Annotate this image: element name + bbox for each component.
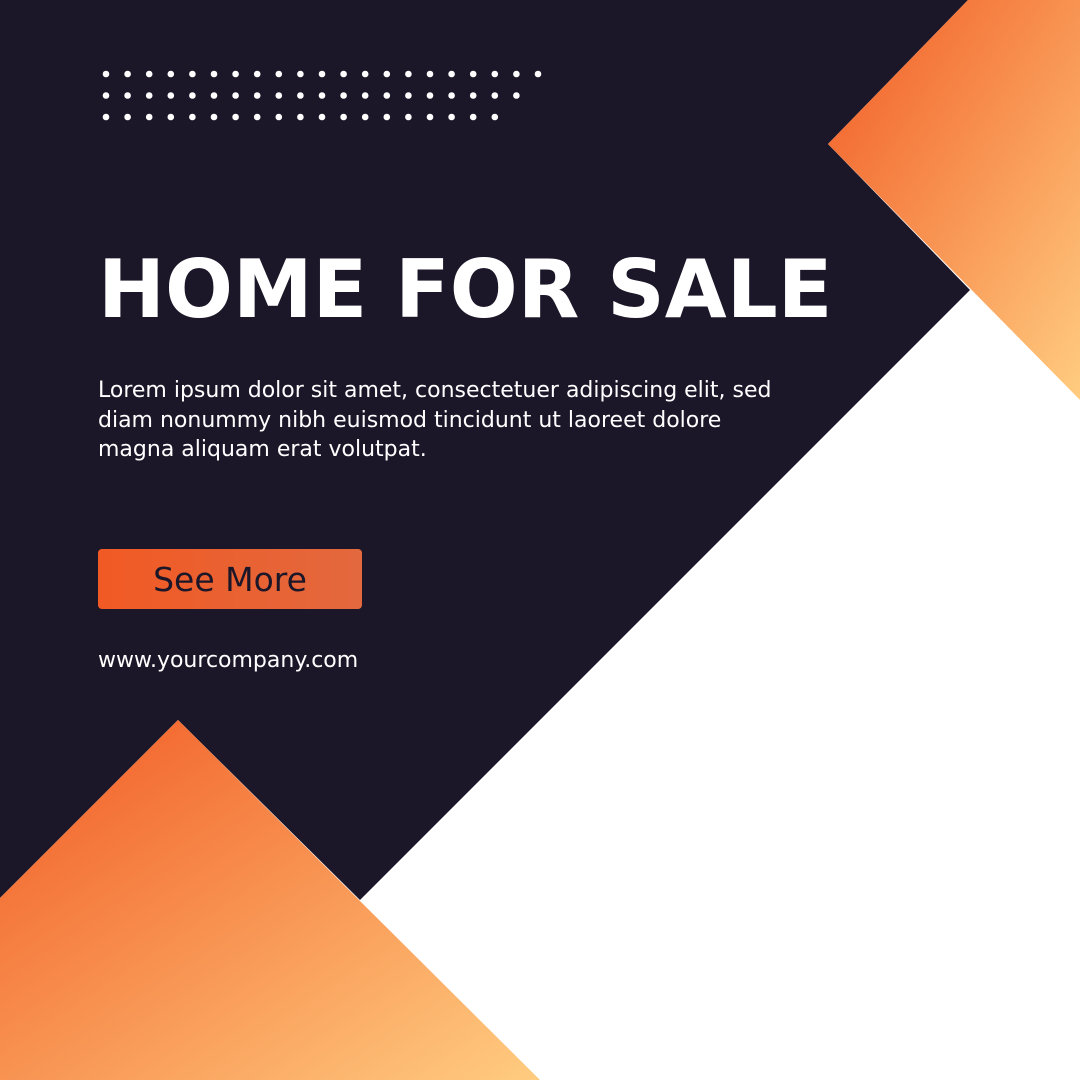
- decorative-dot: [405, 92, 412, 99]
- decorative-dot: [275, 92, 283, 99]
- decorative-dot: [210, 70, 218, 78]
- decorative-dot: [253, 92, 261, 99]
- decorative-dot: [491, 113, 499, 121]
- decorative-dot: [383, 113, 391, 121]
- decorative-dot: [513, 70, 520, 78]
- decorative-dot: [167, 92, 175, 99]
- decorative-dot: [491, 70, 499, 78]
- decorative-dot: [340, 70, 347, 78]
- decorative-dot: [361, 113, 369, 121]
- decorative-dot: [469, 92, 477, 99]
- decorative-dot: [340, 113, 347, 121]
- decorative-dot: [210, 92, 218, 99]
- decorative-dot: [448, 113, 455, 121]
- decorative-dot: [253, 70, 261, 78]
- decorative-dot: [253, 113, 261, 121]
- decorative-dot: [469, 70, 477, 78]
- decorative-dot: [318, 113, 326, 121]
- decorative-dot: [297, 113, 304, 121]
- decorative-dot: [491, 92, 499, 99]
- website-url[interactable]: www.yourcompany.com: [98, 648, 358, 673]
- decorative-dot: [297, 70, 304, 78]
- decorative-dot: [405, 70, 412, 78]
- decorative-dot: [124, 113, 131, 121]
- see-more-button[interactable]: See More: [98, 549, 362, 609]
- decorative-dot: [210, 113, 218, 121]
- decorative-dot: [426, 113, 434, 121]
- decorative-dot: [513, 92, 520, 99]
- decorative-dot: [534, 70, 542, 78]
- headline: HOME FOR SALE: [98, 243, 833, 336]
- decorative-dot: [124, 92, 131, 99]
- decorative-dot: [102, 92, 110, 99]
- decorative-dot: [102, 113, 110, 121]
- decorative-dot: [448, 70, 455, 78]
- description-text: Lorem ipsum dolor sit amet, consectetuer…: [98, 378, 772, 462]
- background-graphics: [0, 0, 1080, 1080]
- decorative-dot: [318, 92, 326, 99]
- decorative-dot: [383, 92, 391, 99]
- decorative-dot: [145, 70, 153, 78]
- decorative-dot: [275, 70, 283, 78]
- decorative-dot: [340, 92, 347, 99]
- decorative-dot: [426, 70, 434, 78]
- decorative-dot: [189, 92, 196, 99]
- decorative-dot: [145, 113, 153, 121]
- sale-banner: HOME FOR SALE Lorem ipsum dolor sit amet…: [0, 0, 1080, 1080]
- decorative-dot: [361, 92, 369, 99]
- decorative-dot: [167, 113, 175, 121]
- decorative-dot: [318, 70, 326, 78]
- decorative-dot: [361, 70, 369, 78]
- decorative-dot: [297, 92, 304, 99]
- decorative-dot: [275, 113, 283, 121]
- decorative-dot: [426, 92, 434, 99]
- decorative-dot: [189, 113, 196, 121]
- decorative-dot: [102, 70, 110, 78]
- decorative-dot: [383, 70, 391, 78]
- decorative-dot: [189, 70, 196, 78]
- decorative-dot: [405, 113, 412, 121]
- decorative-dot: [469, 113, 477, 121]
- decorative-dot: [145, 92, 153, 99]
- decorative-dot: [448, 92, 455, 99]
- see-more-label: See More: [153, 559, 307, 599]
- decorative-dot: [167, 70, 175, 78]
- decorative-dot: [124, 70, 131, 78]
- decorative-dot: [232, 113, 239, 121]
- decorative-dot: [232, 70, 239, 78]
- decorative-dot: [232, 92, 239, 99]
